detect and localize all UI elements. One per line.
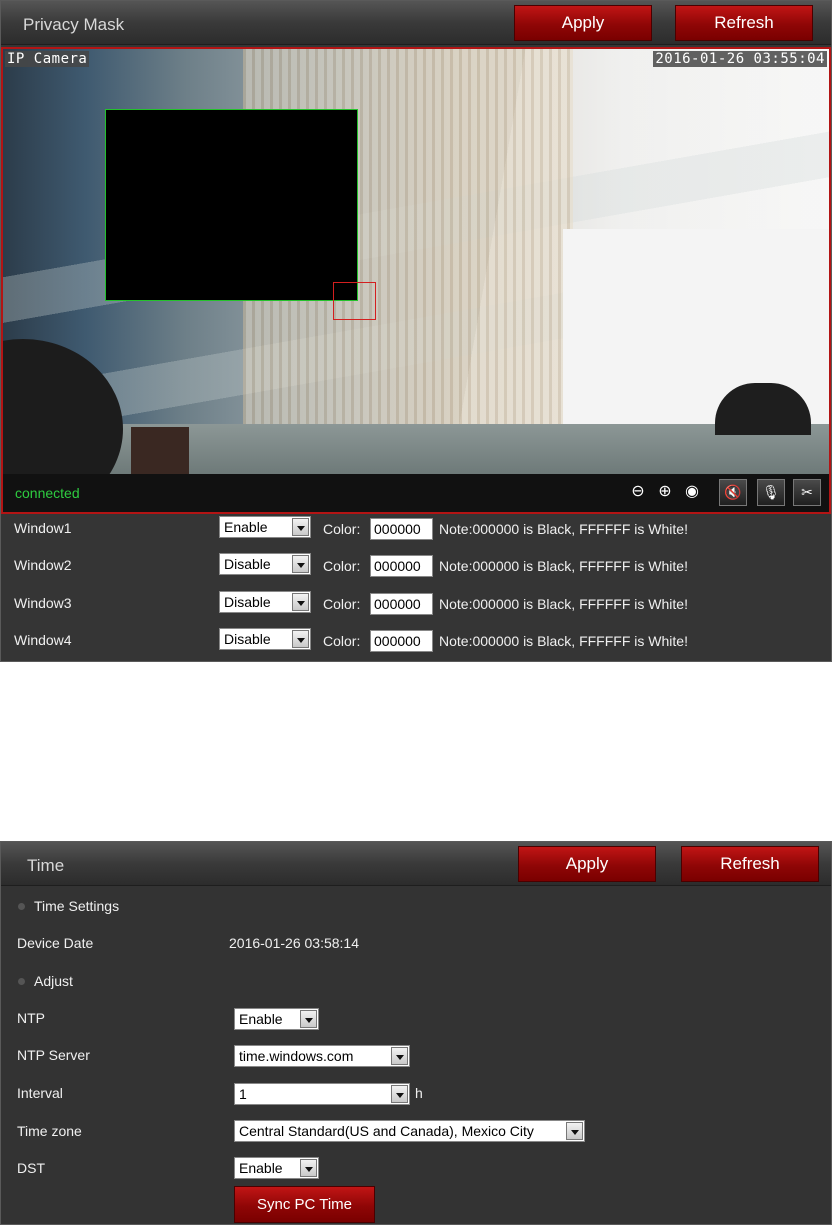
section-bullet-icon <box>18 978 25 985</box>
window-row: Window3 Disable Color: Note:000000 is Bl… <box>1 585 831 622</box>
timezone-label: Time zone <box>17 1123 82 1139</box>
panel-title: Time <box>27 856 65 875</box>
panel-title: Privacy Mask <box>23 15 125 34</box>
cup <box>131 427 189 477</box>
ntp-server-select[interactable]: time.windows.com <box>234 1045 410 1067</box>
select-value: Enable <box>224 519 268 535</box>
chevron-down-icon[interactable] <box>391 1085 408 1103</box>
apply-button[interactable]: Apply <box>518 846 656 882</box>
chevron-down-icon[interactable] <box>300 1010 317 1028</box>
tools-icon[interactable]: ✂ <box>793 479 821 506</box>
color-label: Color: <box>323 596 361 612</box>
color-field[interactable] <box>370 555 433 577</box>
connection-status: connected <box>15 485 80 501</box>
camera-timestamp-overlay: 2016-01-26 03:55:04 <box>653 51 827 67</box>
record-icon[interactable]: ◉ <box>683 483 701 501</box>
color-label: Color: <box>323 521 361 537</box>
window-row: Window4 Disable Color: Note:000000 is Bl… <box>1 622 831 659</box>
privacy-mask-panel: Privacy Mask Apply Refresh IP Camera 201… <box>0 0 832 662</box>
section-time-settings: Time Settings <box>34 898 120 914</box>
chevron-down-icon[interactable] <box>391 1047 408 1065</box>
dst-select[interactable]: Enable <box>234 1157 319 1179</box>
window-state-select[interactable]: Disable <box>219 591 311 613</box>
mute-icon[interactable]: 🔇 <box>719 479 747 506</box>
refresh-button[interactable]: Refresh <box>675 5 813 41</box>
zoom-in-icon[interactable]: ⊕ <box>656 483 674 501</box>
section-adjust: Adjust <box>34 973 73 989</box>
dst-label: DST <box>17 1160 45 1176</box>
device-date-label: Device Date <box>17 935 94 951</box>
camera-name-overlay: IP Camera <box>5 51 90 67</box>
privacy-mask-region[interactable] <box>105 109 358 301</box>
time-panel: Time Apply Refresh Time Settings Device … <box>0 841 832 1225</box>
ntp-select[interactable]: Enable <box>234 1008 319 1030</box>
sync-pc-time-button[interactable]: Sync PC Time <box>234 1186 375 1223</box>
window-row: Window2 Disable Color: Note:000000 is Bl… <box>1 547 831 584</box>
window-label: Window2 <box>14 557 72 573</box>
video-preview[interactable]: IP Camera 2016-01-26 03:55:04 connected … <box>1 47 831 514</box>
window-label: Window3 <box>14 595 72 611</box>
chevron-down-icon[interactable] <box>292 630 309 648</box>
color-note: Note:000000 is Black, FFFFFF is White! <box>439 558 688 574</box>
interval-label: Interval <box>17 1085 63 1101</box>
color-note: Note:000000 is Black, FFFFFF is White! <box>439 521 688 537</box>
select-value: Enable <box>239 1011 283 1027</box>
select-value: Central Standard(US and Canada), Mexico … <box>239 1123 534 1139</box>
section-bullet-icon <box>18 903 25 910</box>
window-state-select[interactable]: Disable <box>219 553 311 575</box>
apply-button[interactable]: Apply <box>514 5 652 41</box>
window-label: Window1 <box>14 520 72 536</box>
interval-select[interactable]: 1 <box>234 1083 410 1105</box>
color-note: Note:000000 is Black, FFFFFF is White! <box>439 633 688 649</box>
video-toolbar: connected ⊖ ⊕ ◉ 🔇 🎙 ✂ <box>3 474 829 512</box>
select-value: Enable <box>239 1160 283 1176</box>
chevron-down-icon[interactable] <box>292 593 309 611</box>
chevron-down-icon[interactable] <box>292 518 309 536</box>
color-label: Color: <box>323 633 361 649</box>
chevron-down-icon[interactable] <box>566 1122 583 1140</box>
interval-unit: h <box>415 1085 423 1101</box>
window-label: Window4 <box>14 632 72 648</box>
select-value: Disable <box>224 631 271 647</box>
timezone-select[interactable]: Central Standard(US and Canada), Mexico … <box>234 1120 585 1142</box>
select-value: Disable <box>224 594 271 610</box>
device-date-value: 2016-01-26 03:58:14 <box>229 935 359 951</box>
window-state-select[interactable]: Disable <box>219 628 311 650</box>
select-value: 1 <box>239 1086 247 1102</box>
privacy-mask-header: Privacy Mask Apply Refresh <box>1 1 831 45</box>
ntp-server-label: NTP Server <box>17 1047 90 1063</box>
mask-resize-handle[interactable] <box>333 282 376 320</box>
color-field[interactable] <box>370 593 433 615</box>
time-header: Time Apply Refresh <box>1 842 831 886</box>
color-label: Color: <box>323 558 361 574</box>
zoom-out-icon[interactable]: ⊖ <box>629 483 647 501</box>
ntp-label: NTP <box>17 1010 45 1026</box>
camera-feed[interactable]: IP Camera 2016-01-26 03:55:04 <box>3 49 829 512</box>
color-field[interactable] <box>370 518 433 540</box>
color-note: Note:000000 is Black, FFFFFF is White! <box>439 596 688 612</box>
desk-surface <box>3 424 829 474</box>
window-state-select[interactable]: Enable <box>219 516 311 538</box>
microphone-off-icon[interactable]: 🎙 <box>757 479 785 506</box>
chevron-down-icon[interactable] <box>292 555 309 573</box>
color-field[interactable] <box>370 630 433 652</box>
chevron-down-icon[interactable] <box>300 1159 317 1177</box>
select-value: time.windows.com <box>239 1048 354 1064</box>
select-value: Disable <box>224 556 271 572</box>
refresh-button[interactable]: Refresh <box>681 846 819 882</box>
window-row: Window1 Enable Color: Note:000000 is Bla… <box>1 510 831 547</box>
